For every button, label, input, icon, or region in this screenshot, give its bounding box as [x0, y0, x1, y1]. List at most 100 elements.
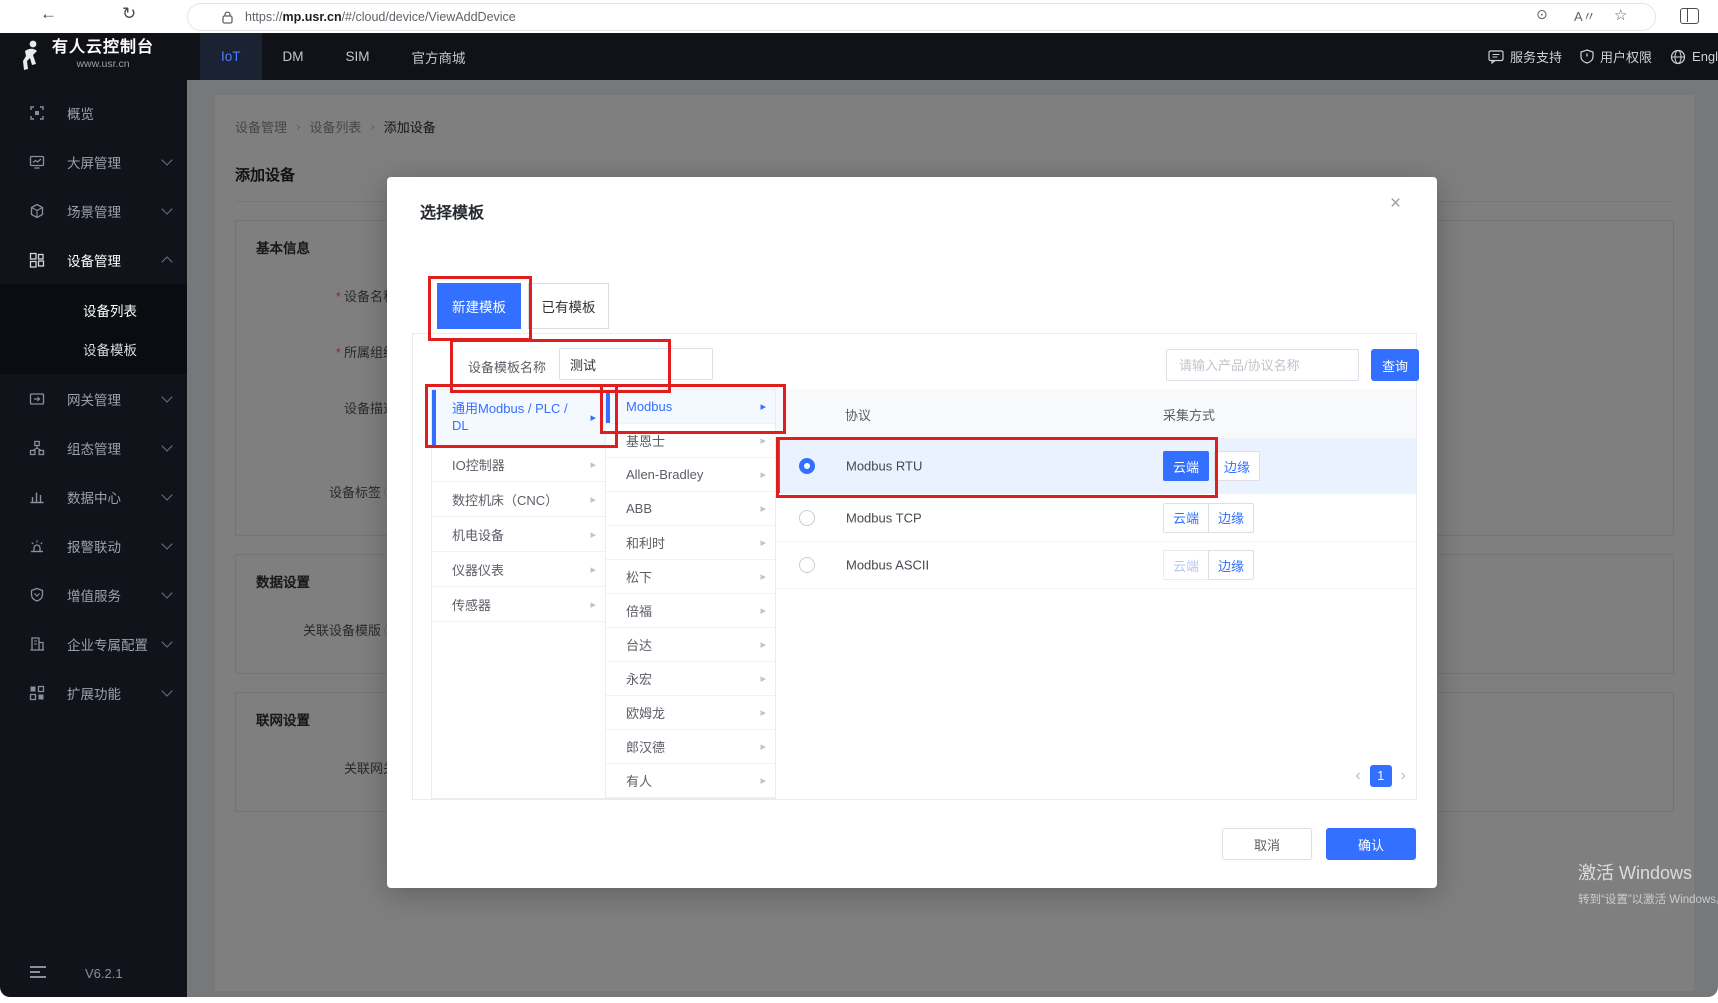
brand-item-allen-bradley[interactable]: Allen-Bradley▸: [606, 458, 775, 492]
sidebar-item-bigscreen[interactable]: 大屏管理: [0, 137, 187, 186]
device-grid-icon: [28, 251, 46, 269]
dialog-title: 选择模板: [420, 199, 484, 223]
category-item-electromechanical[interactable]: 机电设备 ▸: [432, 517, 605, 552]
page-number[interactable]: 1: [1370, 765, 1392, 787]
browser-back-icon[interactable]: ←: [40, 4, 57, 24]
confirm-button[interactable]: 确认: [1326, 828, 1416, 860]
read-aloud-icon[interactable]: A〃: [1574, 6, 1596, 25]
category-item-sensor[interactable]: 传感器 ▸: [432, 587, 605, 622]
category-item-io-controller[interactable]: IO控制器 ▸: [432, 447, 605, 482]
header-right-links: 服务支持 用户权限 English: [1488, 33, 1718, 80]
brand-subtitle: www.usr.cn: [52, 58, 154, 70]
column-collect-mode: 采集方式: [1163, 405, 1215, 424]
brand-item-panasonic[interactable]: 松下▸: [606, 560, 775, 594]
location-icon[interactable]: ⊙: [1536, 6, 1548, 23]
arrow-right-icon: ▸: [590, 598, 596, 611]
browser-refresh-icon[interactable]: ↻: [122, 4, 136, 24]
category-item-cnc[interactable]: 数控机床（CNC） ▸: [432, 482, 605, 517]
tab-existing-template[interactable]: 已有模板: [528, 283, 609, 329]
language-link[interactable]: English: [1670, 49, 1718, 65]
sidebar-submenu: 设备列表 设备模板: [0, 284, 187, 374]
chat-icon: [1488, 50, 1504, 64]
brand-item-abb[interactable]: ABB▸: [606, 492, 775, 526]
arrow-right-icon: ▸: [760, 706, 766, 719]
arrow-right-icon: ▸: [760, 774, 766, 787]
brand-item-omron[interactable]: 欧姆龙▸: [606, 696, 775, 730]
chevron-down-icon: [161, 440, 172, 451]
chevron-down-icon: [161, 203, 172, 214]
arrow-right-icon: ▸: [760, 502, 766, 515]
sidebar-item-device[interactable]: 设备管理: [0, 235, 187, 284]
cloud-mode-button[interactable]: 云端: [1163, 451, 1209, 481]
close-icon[interactable]: ×: [1390, 193, 1401, 215]
pagination: ‹ 1 ›: [1355, 765, 1406, 787]
brand-item-modbus[interactable]: Modbus▸: [606, 390, 775, 424]
sidebar-item-datacenter[interactable]: 数据中心: [0, 472, 187, 521]
arrow-right-icon: ▸: [760, 536, 766, 549]
protocol-row-modbus-rtu[interactable]: Modbus RTU 云端 边缘: [776, 439, 1416, 494]
sidebar-item-valueadded[interactable]: 增值服务: [0, 570, 187, 619]
arrow-right-icon: ▸: [760, 434, 766, 447]
search-input[interactable]: [1166, 349, 1359, 381]
site-lock-icon[interactable]: [222, 11, 233, 24]
edge-mode-button[interactable]: 边缘: [1208, 550, 1254, 580]
sidebar-item-config[interactable]: 组态管理: [0, 423, 187, 472]
category-item-general-modbus[interactable]: 通用Modbus / PLC / DL ▸: [432, 390, 605, 447]
usr-person-icon: [18, 38, 44, 72]
category-item-instrument[interactable]: 仪器仪表 ▸: [432, 552, 605, 587]
brand-item-hollysys[interactable]: 和利时▸: [606, 526, 775, 560]
overview-icon: [28, 104, 46, 122]
brand-item-langhande[interactable]: 郎汉德▸: [606, 730, 775, 764]
radio-unselected-icon[interactable]: [799, 557, 815, 573]
radio-unselected-icon[interactable]: [799, 510, 815, 526]
nav-tab-sim[interactable]: SIM: [325, 33, 391, 80]
protocol-row-modbus-ascii[interactable]: Modbus ASCII 云端 边缘: [776, 542, 1416, 589]
brand-item-usr[interactable]: 有人▸: [606, 764, 775, 798]
brand-logo[interactable]: 有人云控制台 www.usr.cn: [18, 38, 154, 72]
cloud-mode-button[interactable]: 云端: [1163, 503, 1209, 533]
template-name-label: 设备模板名称: [468, 357, 546, 376]
sidebar-item-gateway[interactable]: 网关管理: [0, 374, 187, 423]
sidebar-item-device-template[interactable]: 设备模板: [0, 329, 187, 368]
sidebar-item-overview[interactable]: 概览: [0, 88, 187, 137]
favorite-star-icon[interactable]: ☆: [1614, 6, 1627, 24]
sidebar-item-alarm[interactable]: 报警联动: [0, 521, 187, 570]
sidebar-item-scene[interactable]: 场景管理: [0, 186, 187, 235]
cancel-button[interactable]: 取消: [1222, 828, 1312, 860]
brand-list: Modbus▸ 基恩士▸ Allen-Bradley▸ ABB▸ 和利时▸ 松下…: [606, 389, 776, 799]
protocol-row-modbus-tcp[interactable]: Modbus TCP 云端 边缘: [776, 494, 1416, 542]
address-bar[interactable]: https://mp.usr.cn/#/cloud/device/ViewAdd…: [187, 3, 1656, 31]
tab-new-template[interactable]: 新建模板: [437, 283, 521, 329]
brand-item-beckhoff[interactable]: 倍福▸: [606, 594, 775, 628]
screen-icon: [28, 153, 46, 171]
split-screen-icon[interactable]: [1680, 8, 1699, 24]
arrow-right-icon: ▸: [760, 400, 766, 413]
arrow-right-icon: ▸: [590, 411, 596, 425]
top-nav: IoT DM SIM 官方商城: [200, 33, 487, 80]
brand-item-delta[interactable]: 台达▸: [606, 628, 775, 662]
nav-tab-dm[interactable]: DM: [262, 33, 325, 80]
radio-selected-icon[interactable]: [799, 458, 815, 474]
gateway-icon: [28, 390, 46, 408]
bar-chart-icon: [28, 488, 46, 506]
arrow-right-icon: ▸: [760, 740, 766, 753]
permission-label: 用户权限: [1600, 47, 1652, 66]
arrow-right-icon: ▸: [760, 638, 766, 651]
sidebar-item-extensions[interactable]: 扩展功能: [0, 668, 187, 717]
sidebar-item-enterprise[interactable]: 企业专属配置: [0, 619, 187, 668]
page-next-icon[interactable]: ›: [1401, 768, 1406, 784]
sidebar-item-device-list[interactable]: 设备列表: [0, 290, 187, 329]
permission-link[interactable]: 用户权限: [1580, 47, 1652, 66]
page-prev-icon[interactable]: ‹: [1355, 768, 1360, 784]
sidebar-collapse-icon[interactable]: [30, 966, 46, 980]
nav-tab-iot[interactable]: IoT: [200, 33, 262, 80]
browser-toolbar: ← ↻ https://mp.usr.cn/#/cloud/device/Vie…: [0, 0, 1718, 33]
edge-mode-button[interactable]: 边缘: [1214, 451, 1260, 481]
brand-item-fatek[interactable]: 永宏▸: [606, 662, 775, 696]
support-link[interactable]: 服务支持: [1488, 47, 1562, 66]
nav-tab-mall[interactable]: 官方商城: [391, 33, 487, 80]
template-name-input[interactable]: [559, 348, 713, 380]
search-button[interactable]: 查询: [1371, 349, 1419, 381]
brand-item-keyence[interactable]: 基恩士▸: [606, 424, 775, 458]
edge-mode-button[interactable]: 边缘: [1208, 503, 1254, 533]
